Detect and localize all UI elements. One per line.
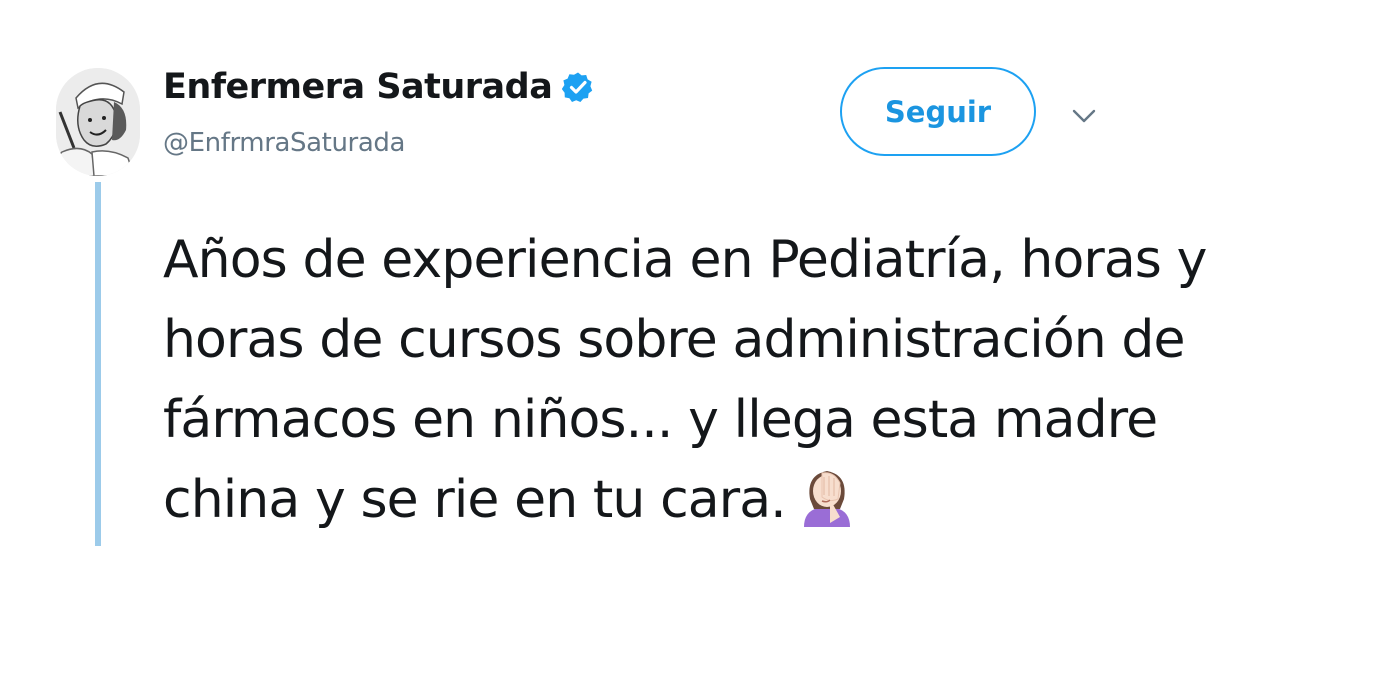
tweet-line: fármacos en niños... y llega esta madre bbox=[163, 390, 1158, 450]
chevron-down-icon bbox=[1072, 109, 1096, 123]
tweet-text: Años de experiencia en Pediatría, horas … bbox=[163, 220, 1207, 540]
more-options-button[interactable] bbox=[1068, 100, 1100, 132]
woman-facepalming-icon bbox=[800, 465, 854, 527]
tweet-card: Enfermera Saturada @EnfrmraSaturada Segu… bbox=[0, 0, 1400, 700]
verified-badge-icon bbox=[562, 71, 594, 103]
user-handle[interactable]: @EnfrmraSaturada bbox=[163, 128, 405, 158]
user-name-row[interactable]: Enfermera Saturada bbox=[163, 67, 594, 107]
thread-line bbox=[95, 182, 101, 546]
tweet-line-text: china y se rie en tu cara. bbox=[163, 470, 787, 530]
user-avatar[interactable] bbox=[56, 68, 140, 176]
nurse-avatar-icon bbox=[56, 68, 140, 176]
tweet-line: Años de experiencia en Pediatría, horas … bbox=[163, 230, 1207, 290]
tweet-line: horas de cursos sobre administración de bbox=[163, 310, 1186, 370]
tweet-line-last: china y se rie en tu cara. bbox=[163, 460, 1163, 540]
display-name[interactable]: Enfermera Saturada bbox=[163, 67, 553, 107]
follow-button[interactable]: Seguir bbox=[840, 67, 1036, 156]
